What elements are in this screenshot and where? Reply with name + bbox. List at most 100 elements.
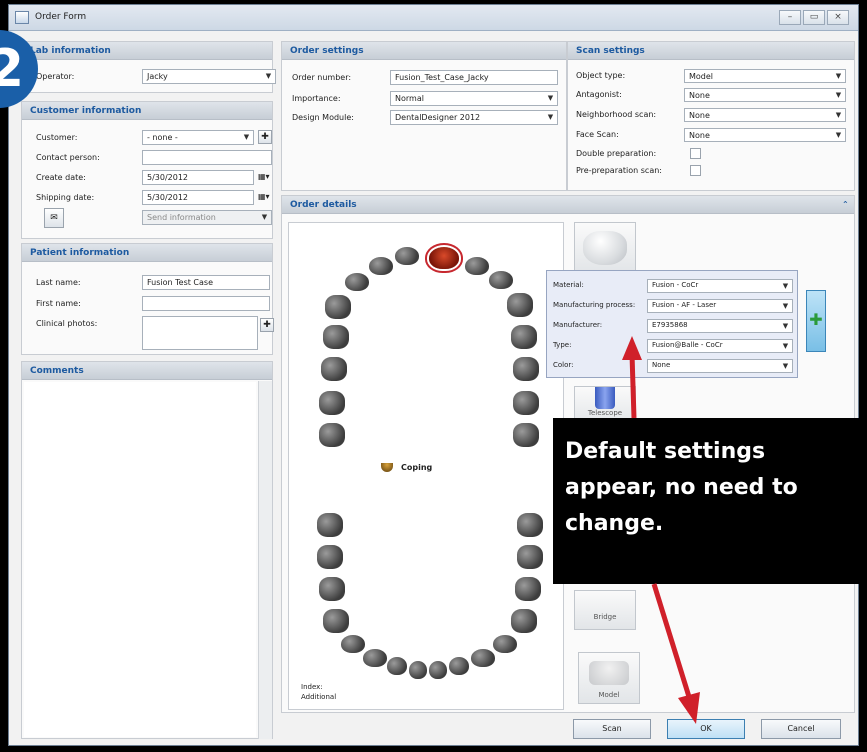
tooth[interactable] (319, 577, 345, 601)
close-button[interactable]: × (827, 10, 849, 25)
model-label: Model (598, 691, 620, 699)
bridge-tool[interactable]: Bridge (574, 590, 636, 630)
selected-tooth[interactable] (429, 247, 459, 269)
crown-tool[interactable] (574, 222, 636, 274)
tooth[interactable] (319, 423, 345, 447)
material-select[interactable]: Fusion - CoCr ▼ (647, 279, 793, 293)
add-photo-button[interactable]: ✚ (260, 318, 274, 332)
window-title: Order Form (35, 12, 87, 22)
comments-textarea[interactable] (24, 382, 256, 737)
type-select[interactable]: Fusion@Balle - CoCr ▼ (647, 339, 793, 353)
operator-label: Operator: (36, 72, 75, 81)
face-scan-select[interactable]: None ▼ (684, 128, 846, 142)
tooth[interactable] (515, 577, 541, 601)
scan-button[interactable]: Scan (573, 719, 651, 739)
tooth[interactable] (513, 391, 539, 415)
material-value: Fusion - CoCr (652, 281, 699, 289)
tooth[interactable] (387, 657, 407, 675)
calendar-icon[interactable]: ▦▾ (258, 192, 270, 201)
bridge-label: Bridge (593, 613, 617, 621)
send-icon[interactable]: ✉ (44, 208, 64, 228)
tooth[interactable] (317, 545, 343, 569)
importance-label: Importance: (292, 94, 341, 103)
tooth[interactable] (319, 391, 345, 415)
tooth[interactable] (409, 661, 427, 679)
tooth[interactable] (517, 513, 543, 537)
order-number-value: Fusion_Test_Case_Jacky (395, 73, 489, 82)
customer-information-panel: Customer information Customer: - none - … (21, 101, 273, 239)
manufacturing-process-select[interactable]: Fusion - AF - Laser ▼ (647, 299, 793, 313)
tooth[interactable] (493, 635, 517, 653)
clinical-photos-label: Clinical photos: (36, 319, 98, 328)
minimize-button[interactable]: – (779, 10, 801, 25)
manufacturer-select[interactable]: E7935868 ▼ (647, 319, 793, 333)
collapse-icon[interactable]: ⌃ (842, 200, 849, 209)
operator-select[interactable]: Jacky ▼ (142, 69, 276, 84)
contact-person-input[interactable] (142, 150, 272, 165)
tooth[interactable] (317, 513, 343, 537)
first-name-input[interactable] (142, 296, 270, 311)
coping-icon (381, 463, 393, 472)
importance-select[interactable]: Normal ▼ (390, 91, 558, 106)
telescope-icon (595, 387, 615, 409)
lab-information-header: Lab information (22, 42, 272, 60)
ok-button[interactable]: OK (667, 719, 745, 739)
tooth[interactable] (465, 257, 489, 275)
tooth[interactable] (517, 545, 543, 569)
create-date-input[interactable]: 5/30/2012 (142, 170, 254, 185)
double-preparation-checkbox[interactable] (690, 148, 701, 159)
tooth[interactable] (363, 649, 387, 667)
pre-preparation-scan-label: Pre-preparation scan: (576, 166, 662, 175)
tooth[interactable] (321, 357, 347, 381)
shipping-date-input[interactable]: 5/30/2012 (142, 190, 254, 205)
tooth[interactable] (511, 609, 537, 633)
comments-scrollbar[interactable] (258, 381, 272, 739)
add-restoration-button[interactable]: ✚ (806, 290, 826, 352)
tooth[interactable] (511, 325, 537, 349)
model-tool[interactable]: Model (578, 652, 640, 704)
pre-preparation-scan-checkbox[interactable] (690, 165, 701, 176)
customer-label: Customer: (36, 133, 78, 142)
neighborhood-scan-select[interactable]: None ▼ (684, 108, 846, 122)
object-type-select[interactable]: Model ▼ (684, 69, 846, 83)
design-module-select[interactable]: DentalDesigner 2012 ▼ (390, 110, 558, 125)
customer-select[interactable]: - none - ▼ (142, 130, 254, 145)
additional-label: Additional (301, 693, 337, 701)
last-name-label: Last name: (36, 278, 81, 287)
send-information-placeholder: Send information (147, 213, 216, 222)
clinical-photos-box[interactable] (142, 316, 258, 350)
tooth[interactable] (513, 357, 539, 381)
tooth[interactable] (513, 423, 539, 447)
last-name-value: Fusion Test Case (147, 278, 214, 287)
color-select[interactable]: None ▼ (647, 359, 793, 373)
tooth[interactable] (323, 325, 349, 349)
create-date-label: Create date: (36, 173, 86, 182)
cancel-button[interactable]: Cancel (761, 719, 841, 739)
tooth[interactable] (323, 609, 349, 633)
tooth-chart[interactable]: Coping Index: Additional (288, 222, 564, 710)
tooth[interactable] (345, 273, 369, 291)
order-number-input[interactable]: Fusion_Test_Case_Jacky (390, 70, 558, 85)
chevron-down-icon: ▼ (547, 94, 554, 102)
tooth[interactable] (341, 635, 365, 653)
last-name-input[interactable]: Fusion Test Case (142, 275, 270, 290)
tooth[interactable] (449, 657, 469, 675)
tooth[interactable] (395, 247, 419, 265)
calendar-icon[interactable]: ▦▾ (258, 172, 270, 181)
maximize-button[interactable]: ▭ (803, 10, 825, 25)
tooth[interactable] (471, 649, 495, 667)
manufacturing-process-value: Fusion - AF - Laser (652, 301, 717, 309)
tooth[interactable] (325, 295, 351, 319)
tooth[interactable] (369, 257, 393, 275)
type-value: Fusion@Balle - CoCr (652, 341, 723, 349)
send-information-select[interactable]: Send information ▼ (142, 210, 272, 225)
tooth[interactable] (429, 661, 447, 679)
tooth[interactable] (489, 271, 513, 289)
antagonist-select[interactable]: None ▼ (684, 88, 846, 102)
model-icon (589, 661, 629, 685)
add-customer-button[interactable]: ✚ (258, 130, 272, 144)
index-label: Index: (301, 683, 323, 691)
tooth[interactable] (507, 293, 533, 317)
antagonist-label: Antagonist: (576, 90, 622, 99)
scan-settings-header: Scan settings (568, 42, 854, 60)
